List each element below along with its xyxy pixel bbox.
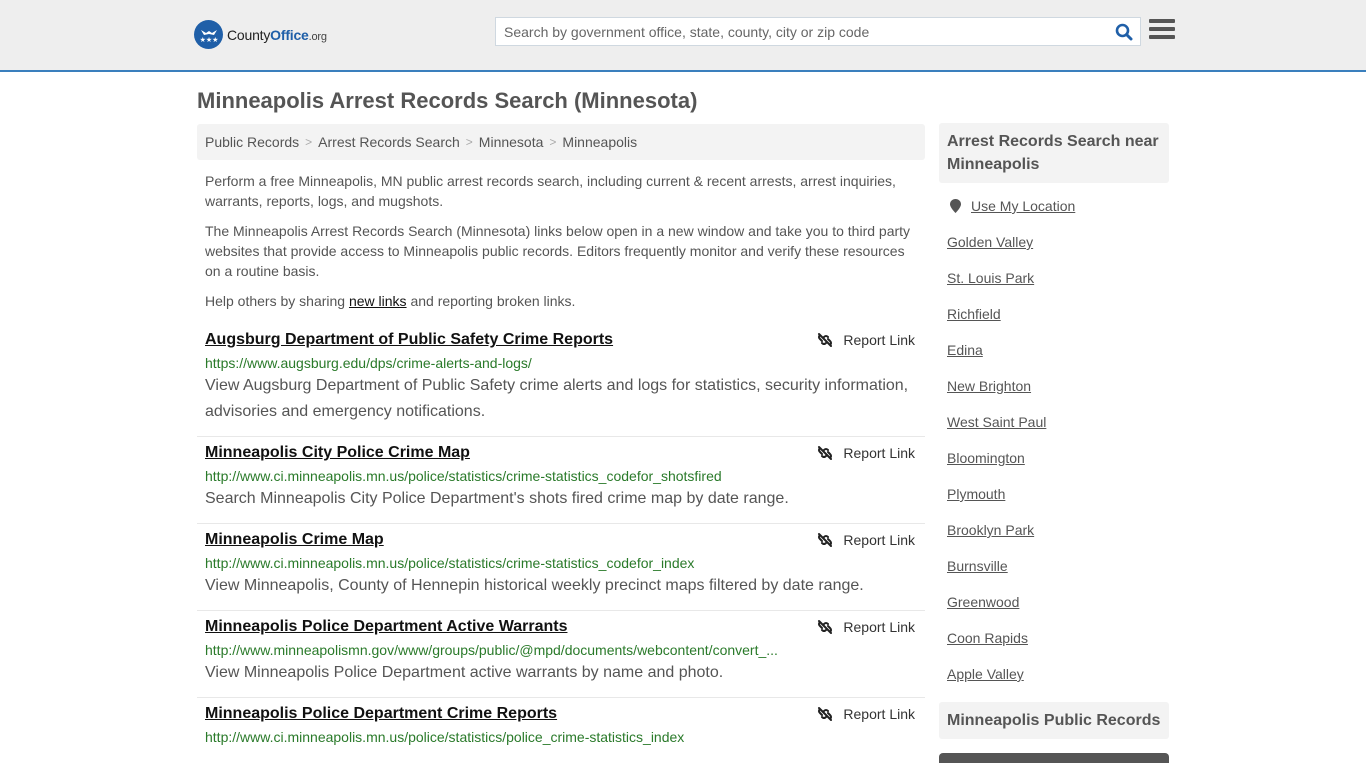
- result-description: View Minneapolis, County of Hennepin his…: [205, 577, 864, 594]
- city-link[interactable]: Plymouth: [947, 486, 1005, 502]
- svg-text:★★★: ★★★: [199, 36, 218, 44]
- result-url: http://www.ci.minneapolis.mn.us/police/s…: [205, 468, 722, 484]
- nearby-cities-list: Use My Location Golden Valley St. Louis …: [939, 183, 1169, 682]
- list-item: Minneapolis Crime Map Report Link http:/…: [197, 524, 925, 611]
- site-logo[interactable]: ★★★ CountyOffice.org: [194, 20, 327, 49]
- breadcrumb-separator-icon: >: [465, 135, 473, 149]
- intro-paragraph-2: The Minneapolis Arrest Records Search (M…: [205, 223, 911, 279]
- intro-paragraph-3: Help others by sharing new links and rep…: [205, 293, 576, 309]
- breadcrumb-minneapolis[interactable]: Minneapolis: [562, 134, 637, 150]
- sidebar-item-city: Richfield: [947, 306, 1161, 322]
- breadcrumb-separator-icon: >: [549, 135, 557, 149]
- sidebar-item-city: Plymouth: [947, 486, 1161, 502]
- intro-text: Perform a free Minneapolis, MN public ar…: [205, 171, 920, 321]
- sidebar-item-city: Greenwood: [947, 594, 1161, 610]
- city-link[interactable]: West Saint Paul: [947, 414, 1046, 430]
- broken-link-icon: [818, 620, 833, 634]
- search-button[interactable]: [1108, 18, 1140, 45]
- result-title-link[interactable]: Augsburg Department of Public Safety Cri…: [205, 330, 613, 350]
- sidebar-item-city: Bloomington: [947, 450, 1161, 466]
- list-item: Minneapolis Police Department Active War…: [197, 611, 925, 698]
- report-link-button[interactable]: Report Link: [817, 532, 915, 548]
- result-url: http://www.ci.minneapolis.mn.us/police/s…: [205, 555, 695, 571]
- sidebar-item-city: Apple Valley: [947, 666, 1161, 682]
- result-description: View Augsburg Department of Public Safet…: [205, 377, 909, 420]
- broken-link-icon: [818, 446, 833, 460]
- sidebar-item-city: St. Louis Park: [947, 270, 1161, 286]
- sidebar-dark-panel: [939, 753, 1169, 763]
- eagle-logo-icon: ★★★: [194, 20, 223, 49]
- sidebar-item-city: Golden Valley: [947, 234, 1161, 250]
- result-url: https://www.augsburg.edu/dps/crime-alert…: [205, 355, 532, 371]
- report-link-button[interactable]: Report Link: [817, 619, 915, 635]
- sidebar-heading-public-records: Minneapolis Public Records: [939, 702, 1169, 739]
- city-link[interactable]: Edina: [947, 342, 983, 358]
- report-link-button[interactable]: Report Link: [817, 332, 915, 348]
- report-link-button[interactable]: Report Link: [817, 445, 915, 461]
- result-url: http://www.minneapolismn.gov/www/groups/…: [205, 642, 778, 658]
- page-title: Minneapolis Arrest Records Search (Minne…: [197, 88, 698, 113]
- city-link[interactable]: Richfield: [947, 306, 1001, 322]
- results-list: Augsburg Department of Public Safety Cri…: [197, 324, 925, 756]
- site-header: ★★★ CountyOffice.org: [0, 0, 1366, 72]
- result-title-link[interactable]: Minneapolis Police Department Active War…: [205, 617, 567, 637]
- city-link[interactable]: Golden Valley: [947, 234, 1033, 250]
- sidebar-item-city: Coon Rapids: [947, 630, 1161, 646]
- broken-link-icon: [818, 333, 833, 347]
- use-my-location-link[interactable]: Use My Location: [971, 198, 1075, 214]
- result-url: http://www.ci.minneapolis.mn.us/police/s…: [205, 729, 685, 745]
- result-title-link[interactable]: Minneapolis Crime Map: [205, 530, 384, 550]
- city-link[interactable]: St. Louis Park: [947, 270, 1034, 286]
- new-links-link[interactable]: new links: [349, 293, 407, 309]
- intro-paragraph-1: Perform a free Minneapolis, MN public ar…: [205, 173, 896, 209]
- result-title-link[interactable]: Minneapolis City Police Crime Map: [205, 443, 470, 463]
- broken-link-icon: [818, 707, 833, 721]
- result-title-link[interactable]: Minneapolis Police Department Crime Repo…: [205, 704, 557, 724]
- breadcrumb: Public Records > Arrest Records Search >…: [197, 124, 925, 160]
- list-item: Augsburg Department of Public Safety Cri…: [197, 324, 925, 437]
- sidebar-heading-nearby: Arrest Records Search near Minneapolis: [939, 123, 1169, 183]
- breadcrumb-arrest-records-search[interactable]: Arrest Records Search: [318, 134, 460, 150]
- broken-link-icon: [818, 533, 833, 547]
- hamburger-menu-icon[interactable]: [1149, 19, 1175, 43]
- logo-text: CountyOffice.org: [227, 26, 327, 43]
- result-description: Search Minneapolis City Police Departmen…: [205, 490, 789, 507]
- city-link[interactable]: Burnsville: [947, 558, 1008, 574]
- sidebar-item-city: West Saint Paul: [947, 414, 1161, 430]
- map-pin-icon: [950, 199, 961, 213]
- city-link[interactable]: Greenwood: [947, 594, 1019, 610]
- city-link[interactable]: Apple Valley: [947, 666, 1024, 682]
- sidebar: Arrest Records Search near Minneapolis U…: [939, 123, 1169, 763]
- breadcrumb-public-records[interactable]: Public Records: [205, 134, 299, 150]
- result-description: View Minneapolis Police Department activ…: [205, 664, 724, 681]
- breadcrumb-separator-icon: >: [305, 135, 313, 149]
- city-link[interactable]: Brooklyn Park: [947, 522, 1034, 538]
- sidebar-item-city: New Brighton: [947, 378, 1161, 394]
- search-icon: [1115, 23, 1133, 40]
- use-my-location: Use My Location: [947, 198, 1161, 214]
- breadcrumb-minnesota[interactable]: Minnesota: [479, 134, 544, 150]
- report-link-button[interactable]: Report Link: [817, 706, 915, 722]
- sidebar-item-city: Burnsville: [947, 558, 1161, 574]
- city-link[interactable]: Bloomington: [947, 450, 1025, 466]
- search-box: [495, 17, 1141, 46]
- sidebar-item-city: Brooklyn Park: [947, 522, 1161, 538]
- city-link[interactable]: New Brighton: [947, 378, 1031, 394]
- city-link[interactable]: Coon Rapids: [947, 630, 1028, 646]
- search-input[interactable]: [496, 18, 1108, 45]
- list-item: Minneapolis City Police Crime Map Report…: [197, 437, 925, 524]
- sidebar-item-city: Edina: [947, 342, 1161, 358]
- list-item: Minneapolis Police Department Crime Repo…: [197, 698, 925, 756]
